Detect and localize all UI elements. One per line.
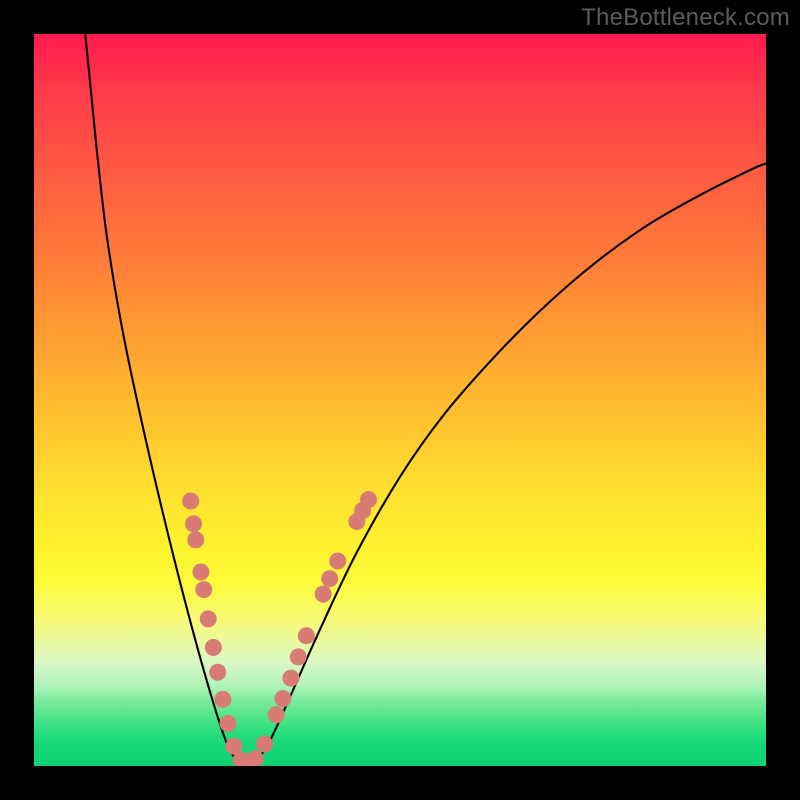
marker-dot	[195, 581, 212, 598]
marker-dot	[200, 610, 217, 627]
marker-dot	[274, 690, 291, 707]
marker-dot	[282, 670, 299, 687]
marker-dot	[187, 531, 204, 548]
chart-plot-area	[34, 34, 766, 766]
chart-svg	[34, 34, 766, 766]
chart-frame: TheBottleneck.com	[0, 0, 800, 800]
marker-dot	[321, 570, 338, 587]
marker-dot	[182, 493, 199, 510]
curve-layer	[85, 34, 766, 766]
marker-dot	[214, 691, 231, 708]
watermark-text: TheBottleneck.com	[581, 4, 790, 32]
marker-dot	[268, 706, 285, 723]
marker-dot	[298, 627, 315, 644]
bottleneck-curve	[85, 34, 766, 766]
marker-dot	[205, 639, 222, 656]
marker-dot	[329, 553, 346, 570]
marker-dot	[360, 491, 377, 508]
marker-dot	[247, 750, 264, 766]
marker-dot	[219, 715, 236, 732]
marker-dot	[209, 664, 226, 681]
marker-dot	[192, 564, 209, 581]
dots-layer	[182, 491, 377, 766]
marker-dot	[315, 585, 332, 602]
marker-dot	[256, 736, 273, 753]
marker-dot	[290, 648, 307, 665]
marker-dot	[185, 515, 202, 532]
